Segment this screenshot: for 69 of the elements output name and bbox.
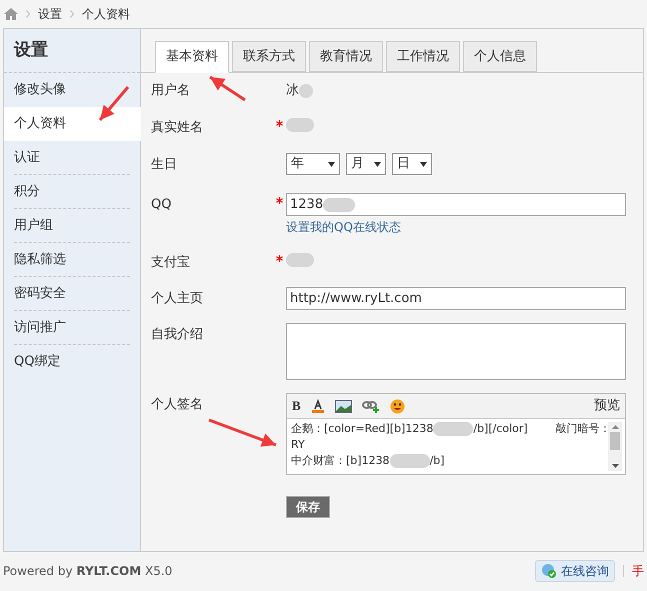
- chat-bubble-icon: [541, 562, 557, 578]
- field-label: 用户名: [151, 82, 190, 100]
- dropdown[interactable]: 日: [392, 153, 432, 175]
- redacted-blur: [286, 253, 314, 267]
- breadcrumb-link[interactable]: 个人资料: [82, 5, 130, 23]
- signature-text: 敲门暗号：: [556, 421, 608, 437]
- redacted-blur: [323, 198, 356, 212]
- redacted-blur: [299, 84, 313, 98]
- field-label: 真实姓名: [151, 119, 203, 137]
- breadcrumb-link[interactable]: 设置: [38, 5, 62, 23]
- qq-status-link[interactable]: 设置我的QQ在线状态: [286, 218, 626, 236]
- sidebar-item[interactable]: 个人资料: [4, 107, 141, 141]
- tab[interactable]: 联系方式: [232, 41, 306, 72]
- bold-button[interactable]: B: [292, 396, 301, 416]
- scroll-down-icon[interactable]: [612, 464, 618, 468]
- chevron-icon: [26, 10, 30, 18]
- redacted-blur: [390, 454, 430, 468]
- footer-link[interactable]: 手: [632, 562, 644, 580]
- powered-by-text: Powered by RYLT.COM X5.0: [3, 562, 172, 580]
- signature-text: /b][/color]: [473, 421, 528, 437]
- sidebar-item[interactable]: 修改头像: [14, 73, 130, 107]
- redacted-blur: [433, 422, 474, 436]
- tab[interactable]: 工作情况: [386, 41, 460, 72]
- preview-button[interactable]: 预览: [594, 396, 620, 416]
- field-label: 个人主页: [151, 290, 203, 308]
- caret-icon: [374, 162, 381, 166]
- sidebar-item[interactable]: 积分: [14, 175, 130, 209]
- sidebar-item[interactable]: 访问推广: [14, 311, 130, 345]
- caret-icon: [420, 162, 427, 166]
- arrow-drawing: [208, 418, 277, 447]
- field-label: 个人签名: [151, 396, 203, 414]
- field-label: QQ: [151, 196, 172, 214]
- field-label: 自我介绍: [151, 326, 203, 344]
- redacted-blur: [286, 118, 314, 132]
- caret-icon: [328, 162, 335, 166]
- tab[interactable]: 个人信息: [463, 41, 537, 72]
- arrow-drawing: [98, 86, 130, 121]
- field-label: 支付宝: [151, 254, 190, 272]
- signature-text: 中介财富：[b]1238: [291, 453, 390, 469]
- signature-text: 企鹅：[color=Red][b]1238: [291, 421, 434, 437]
- font-color-icon[interactable]: [310, 399, 325, 413]
- field-value: 冰: [286, 82, 299, 100]
- image-icon[interactable]: [334, 400, 352, 412]
- signature-textarea[interactable]: 企鹅：[color=Red][b]1238 /b][/color] 敲门暗号： RY 中介财富：[b]1238 /b]: [287, 419, 608, 474]
- home-icon[interactable]: [4, 8, 18, 20]
- signature-text: RY: [291, 437, 305, 453]
- signature-text: /b]: [430, 453, 445, 469]
- scrollbar[interactable]: [608, 422, 622, 471]
- tab[interactable]: 基本资料: [155, 41, 229, 73]
- scroll-up-icon[interactable]: [612, 425, 618, 429]
- arrow-drawing: [209, 76, 246, 102]
- input-field[interactable]: http://www.ryLt.com: [286, 287, 626, 310]
- textarea-field[interactable]: [286, 323, 626, 380]
- online-consult-button[interactable]: 在线咨询: [535, 560, 615, 582]
- sidebar-item[interactable]: 认证: [14, 141, 130, 175]
- input-field[interactable]: 1238: [286, 193, 626, 216]
- chevron-icon: [70, 10, 74, 18]
- dropdown[interactable]: 月: [346, 153, 386, 175]
- sidebar-item[interactable]: 用户组: [14, 209, 130, 243]
- dropdown[interactable]: 年: [286, 153, 340, 175]
- tab[interactable]: 教育情况: [309, 41, 383, 72]
- sidebar-item[interactable]: 隐私筛选: [14, 243, 130, 277]
- field-label: 生日: [151, 156, 177, 174]
- link-add-icon[interactable]: [362, 399, 380, 413]
- sidebar-item[interactable]: QQ绑定: [14, 345, 130, 379]
- smiley-icon[interactable]: [390, 398, 405, 414]
- save-button[interactable]: 保存: [286, 496, 330, 518]
- sidebar-title: 设置: [14, 38, 48, 62]
- sidebar-item[interactable]: 密码安全: [14, 277, 130, 311]
